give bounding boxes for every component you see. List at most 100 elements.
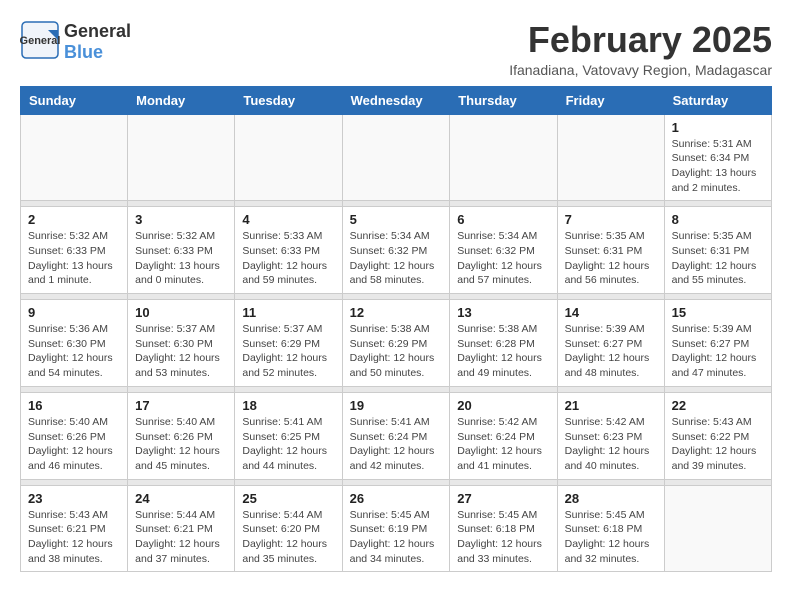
day-info: Sunrise: 5:42 AM Sunset: 6:23 PM Dayligh…	[565, 415, 657, 474]
calendar-cell: 27Sunrise: 5:45 AM Sunset: 6:18 PM Dayli…	[450, 485, 557, 572]
day-number: 28	[565, 491, 657, 506]
day-number: 24	[135, 491, 227, 506]
day-number: 22	[672, 398, 764, 413]
calendar-cell: 1Sunrise: 5:31 AM Sunset: 6:34 PM Daylig…	[664, 114, 771, 201]
calendar-title: February 2025	[509, 20, 772, 60]
calendar-cell	[342, 114, 450, 201]
day-number: 27	[457, 491, 549, 506]
weekday-header-wednesday: Wednesday	[342, 86, 450, 114]
day-info: Sunrise: 5:45 AM Sunset: 6:19 PM Dayligh…	[350, 508, 443, 567]
calendar-cell: 3 Sunrise: 5:32 AM Sunset: 6:33 PM Daylig…	[128, 207, 235, 294]
calendar-cell	[664, 485, 771, 572]
calendar-cell: 20 Sunrise: 5:42 AM Sunset: 6:24 PM Dayli…	[450, 392, 557, 479]
weekday-header-thursday: Thursday	[450, 86, 557, 114]
day-number: 2	[28, 212, 120, 227]
calendar-cell	[128, 114, 235, 201]
day-info: Sunrise: 5:32 AM Sunset: 6:33 PM Dayligh…	[28, 229, 120, 288]
day-number: 1	[672, 120, 764, 135]
calendar-cell: 7 Sunrise: 5:35 AM Sunset: 6:31 PM Daylig…	[557, 207, 664, 294]
day-number: 23	[28, 491, 120, 506]
day-info: Sunrise: 5:32 AM Sunset: 6:33 PM Dayligh…	[135, 229, 227, 288]
day-info: Sunrise: 5:37 AM Sunset: 6:29 PM Dayligh…	[242, 322, 334, 381]
weekday-header-tuesday: Tuesday	[235, 86, 342, 114]
day-info: Sunrise: 5:35 AM Sunset: 6:31 PM Dayligh…	[565, 229, 657, 288]
weekday-header-monday: Monday	[128, 86, 235, 114]
day-number: 17	[135, 398, 227, 413]
calendar-subtitle: Ifanadiana, Vatovavy Region, Madagascar	[509, 62, 772, 78]
day-info: Sunrise: 5:45 AM Sunset: 6:18 PM Dayligh…	[565, 508, 657, 567]
day-info: Sunrise: 5:41 AM Sunset: 6:25 PM Dayligh…	[242, 415, 334, 474]
logo-text: General Blue	[64, 22, 131, 63]
weekday-header-row: SundayMondayTuesdayWednesdayThursdayFrid…	[21, 86, 772, 114]
calendar-cell: 28 Sunrise: 5:45 AM Sunset: 6:18 PM Dayli…	[557, 485, 664, 572]
calendar-cell: 19 Sunrise: 5:41 AM Sunset: 6:24 PM Dayli…	[342, 392, 450, 479]
day-info: Sunrise: 5:38 AM Sunset: 6:29 PM Dayligh…	[350, 322, 443, 381]
calendar-week-row: 1Sunrise: 5:31 AM Sunset: 6:34 PM Daylig…	[21, 114, 772, 201]
day-number: 9	[28, 305, 120, 320]
weekday-header-friday: Friday	[557, 86, 664, 114]
logo-mark: General	[20, 20, 60, 65]
day-number: 5	[350, 212, 443, 227]
calendar-week-row: 9 Sunrise: 5:36 AM Sunset: 6:30 PM Daylig…	[21, 300, 772, 387]
page-container: General General Blue February 2025 Ifana…	[20, 20, 772, 572]
calendar-week-row: 16 Sunrise: 5:40 AM Sunset: 6:26 PM Dayli…	[21, 392, 772, 479]
calendar-week-row: 23 Sunrise: 5:43 AM Sunset: 6:21 PM Dayli…	[21, 485, 772, 572]
calendar-cell: 25 Sunrise: 5:44 AM Sunset: 6:20 PM Dayli…	[235, 485, 342, 572]
day-info: Sunrise: 5:38 AM Sunset: 6:28 PM Dayligh…	[457, 322, 549, 381]
day-info: Sunrise: 5:44 AM Sunset: 6:20 PM Dayligh…	[242, 508, 334, 567]
calendar-cell: 6Sunrise: 5:34 AM Sunset: 6:32 PM Daylig…	[450, 207, 557, 294]
title-area: February 2025 Ifanadiana, Vatovavy Regio…	[509, 20, 772, 78]
day-number: 25	[242, 491, 334, 506]
svg-text:General: General	[20, 35, 60, 47]
day-info: Sunrise: 5:40 AM Sunset: 6:26 PM Dayligh…	[135, 415, 227, 474]
calendar-cell	[21, 114, 128, 201]
calendar-week-row: 2 Sunrise: 5:32 AM Sunset: 6:33 PM Daylig…	[21, 207, 772, 294]
day-info: Sunrise: 5:35 AM Sunset: 6:31 PM Dayligh…	[672, 229, 764, 288]
day-info: Sunrise: 5:43 AM Sunset: 6:21 PM Dayligh…	[28, 508, 120, 567]
day-info: Sunrise: 5:41 AM Sunset: 6:24 PM Dayligh…	[350, 415, 443, 474]
calendar-cell	[235, 114, 342, 201]
day-info: Sunrise: 5:33 AM Sunset: 6:33 PM Dayligh…	[242, 229, 334, 288]
day-number: 19	[350, 398, 443, 413]
day-number: 12	[350, 305, 443, 320]
calendar-cell: 5 Sunrise: 5:34 AM Sunset: 6:32 PM Daylig…	[342, 207, 450, 294]
day-number: 11	[242, 305, 334, 320]
day-number: 21	[565, 398, 657, 413]
day-info: Sunrise: 5:36 AM Sunset: 6:30 PM Dayligh…	[28, 322, 120, 381]
calendar-cell: 14 Sunrise: 5:39 AM Sunset: 6:27 PM Dayli…	[557, 300, 664, 387]
header: General General Blue February 2025 Ifana…	[20, 20, 772, 78]
logo: General General Blue	[20, 20, 131, 65]
day-number: 20	[457, 398, 549, 413]
day-number: 26	[350, 491, 443, 506]
day-number: 4	[242, 212, 334, 227]
calendar-cell: 18 Sunrise: 5:41 AM Sunset: 6:25 PM Dayli…	[235, 392, 342, 479]
day-number: 8	[672, 212, 764, 227]
day-number: 14	[565, 305, 657, 320]
calendar-cell: 8 Sunrise: 5:35 AM Sunset: 6:31 PM Daylig…	[664, 207, 771, 294]
day-number: 16	[28, 398, 120, 413]
calendar-cell	[450, 114, 557, 201]
calendar-cell: 15Sunrise: 5:39 AM Sunset: 6:27 PM Dayli…	[664, 300, 771, 387]
day-number: 3	[135, 212, 227, 227]
day-info: Sunrise: 5:37 AM Sunset: 6:30 PM Dayligh…	[135, 322, 227, 381]
calendar-cell: 4 Sunrise: 5:33 AM Sunset: 6:33 PM Daylig…	[235, 207, 342, 294]
calendar-cell: 17 Sunrise: 5:40 AM Sunset: 6:26 PM Dayli…	[128, 392, 235, 479]
day-number: 18	[242, 398, 334, 413]
day-info: Sunrise: 5:34 AM Sunset: 6:32 PM Dayligh…	[350, 229, 443, 288]
day-number: 10	[135, 305, 227, 320]
day-info: Sunrise: 5:43 AM Sunset: 6:22 PM Dayligh…	[672, 415, 764, 474]
day-info: Sunrise: 5:39 AM Sunset: 6:27 PM Dayligh…	[565, 322, 657, 381]
calendar-cell: 23 Sunrise: 5:43 AM Sunset: 6:21 PM Dayli…	[21, 485, 128, 572]
calendar-cell: 9 Sunrise: 5:36 AM Sunset: 6:30 PM Daylig…	[21, 300, 128, 387]
calendar-cell: 26 Sunrise: 5:45 AM Sunset: 6:19 PM Dayli…	[342, 485, 450, 572]
calendar-cell	[557, 114, 664, 201]
calendar-cell: 2 Sunrise: 5:32 AM Sunset: 6:33 PM Daylig…	[21, 207, 128, 294]
calendar-cell: 22 Sunrise: 5:43 AM Sunset: 6:22 PM Dayli…	[664, 392, 771, 479]
calendar-cell: 11 Sunrise: 5:37 AM Sunset: 6:29 PM Dayli…	[235, 300, 342, 387]
day-info: Sunrise: 5:42 AM Sunset: 6:24 PM Dayligh…	[457, 415, 549, 474]
day-number: 7	[565, 212, 657, 227]
calendar-cell: 13Sunrise: 5:38 AM Sunset: 6:28 PM Dayli…	[450, 300, 557, 387]
day-info: Sunrise: 5:34 AM Sunset: 6:32 PM Dayligh…	[457, 229, 549, 288]
calendar-cell: 12 Sunrise: 5:38 AM Sunset: 6:29 PM Dayli…	[342, 300, 450, 387]
calendar-table: SundayMondayTuesdayWednesdayThursdayFrid…	[20, 86, 772, 573]
